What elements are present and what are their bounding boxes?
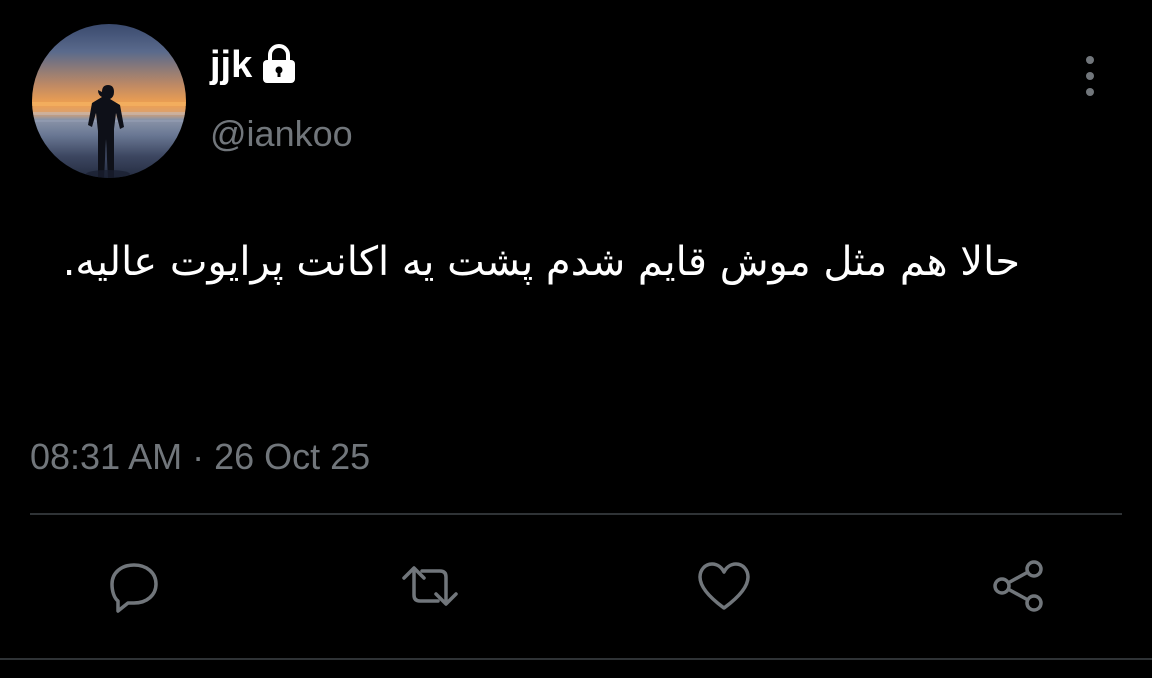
tweet-timestamp[interactable]: 08:31 AM · 26 Oct 25 bbox=[30, 432, 370, 482]
like-button[interactable] bbox=[694, 556, 754, 616]
tweet-time: 08:31 AM bbox=[30, 436, 183, 477]
tweet: jjk @iankoo حالا هم مثل موش قایم شدم پشت… bbox=[0, 0, 1152, 678]
divider bbox=[30, 513, 1122, 515]
more-vertical-icon bbox=[1086, 56, 1094, 96]
share-icon bbox=[993, 560, 1043, 612]
reply-icon bbox=[110, 563, 158, 613]
reply-button[interactable] bbox=[104, 556, 164, 616]
display-name[interactable]: jjk bbox=[210, 42, 252, 88]
share-button[interactable] bbox=[988, 556, 1048, 616]
avatar-image bbox=[32, 85, 186, 178]
user-handle[interactable]: @iankoo bbox=[210, 112, 353, 156]
meta-separator: · bbox=[192, 436, 205, 477]
avatar[interactable] bbox=[32, 24, 186, 178]
heart-icon bbox=[698, 562, 750, 610]
more-options-button[interactable] bbox=[1070, 52, 1110, 100]
retweet-icon bbox=[402, 566, 458, 606]
tweet-date: 26 Oct 25 bbox=[214, 436, 371, 477]
display-name-row[interactable]: jjk bbox=[210, 42, 300, 88]
retweet-button[interactable] bbox=[400, 556, 460, 616]
lock-icon bbox=[263, 44, 296, 83]
bottom-divider bbox=[0, 658, 1152, 660]
tweet-text: حالا هم مثل موش قایم شدم پشت یه اکانت پر… bbox=[62, 239, 1020, 285]
